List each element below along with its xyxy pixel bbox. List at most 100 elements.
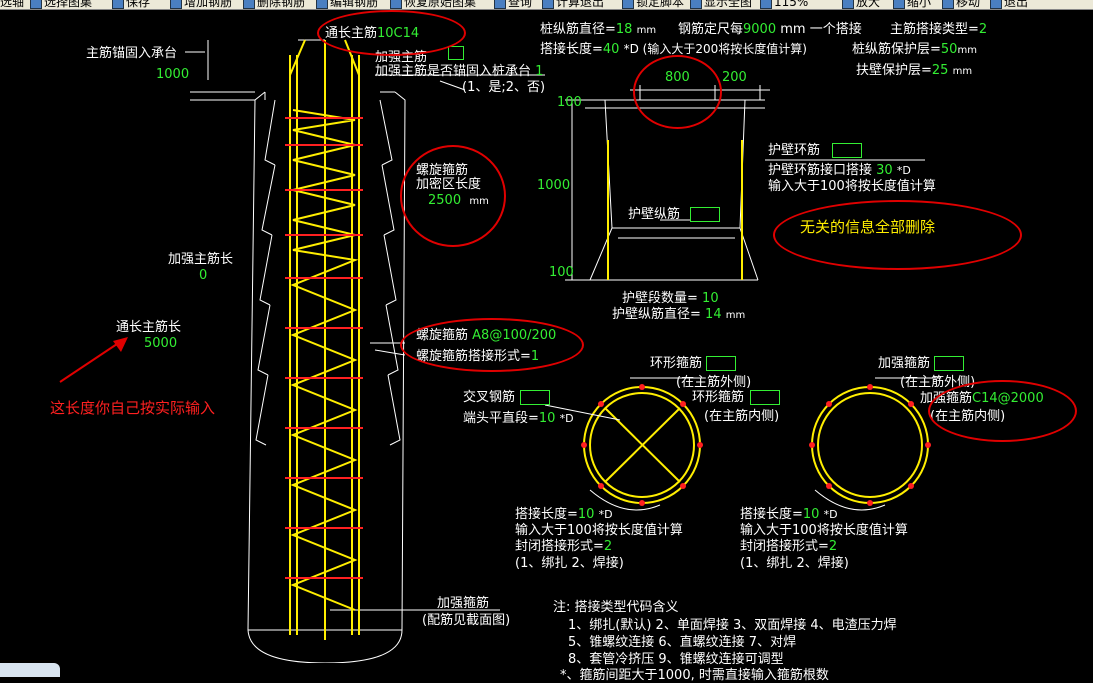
toolbar-icon: [893, 0, 905, 9]
annotation-circle: [317, 10, 466, 56]
cover: 桩纵筋保护层=50mm: [852, 42, 977, 57]
toolbar-button-5[interactable]: 编辑钢筋: [316, 0, 378, 9]
ring-lap-hint: 输入大于100将按长度值计算: [768, 179, 936, 194]
toolbar-label: 选轴: [0, 0, 25, 9]
toolbar-icon: [112, 0, 124, 9]
toolbar-label: 编辑钢筋: [330, 0, 379, 9]
toolbar-button-1[interactable]: 选择图集: [30, 0, 92, 9]
ring-rebar-input[interactable]: [832, 143, 862, 158]
toolbar-label: 移动: [956, 0, 981, 9]
toolbar-icon: [990, 0, 1002, 9]
hoop-outer: (在主筋外侧): [676, 375, 752, 390]
stiff-len-label: 加强主筋长: [168, 252, 234, 267]
toolbar-label: 退出: [1004, 0, 1029, 9]
annotation-circle: [928, 380, 1077, 442]
anchor-label: 主筋锚固入承台: [86, 46, 178, 61]
toolbar-label: 查询: [508, 0, 533, 9]
annotation-circle: [633, 55, 722, 129]
toolbar-label: 保存: [126, 0, 151, 9]
toolbar-button-12[interactable]: 放大: [842, 0, 880, 9]
toolbar-button-7[interactable]: 查询: [494, 0, 532, 9]
toolbar-label: 显示全图: [704, 0, 753, 9]
toolbar-icon: [243, 0, 255, 9]
toolbar-button-3[interactable]: 增加钢筋: [170, 0, 232, 9]
end-label: 端头平直段=10 *D: [463, 411, 574, 426]
status-bar: [0, 663, 60, 677]
toolbar-icon: [170, 0, 182, 9]
length-note: 这长度你自己按实际输入: [50, 399, 216, 417]
long-rebar-input[interactable]: [690, 207, 720, 222]
dim-100-top[interactable]: 100: [557, 95, 582, 110]
right-close-hint: (1、绑扎 2、焊接): [740, 556, 849, 571]
left-lap-hint: 输入大于100将按长度值计算: [515, 523, 683, 538]
cross-rebar-input[interactable]: [520, 390, 550, 405]
toolbar-button-9[interactable]: 锁定脚本: [622, 0, 684, 9]
stiff-rebar-input[interactable]: [448, 46, 464, 60]
bottom-stirrup-note: (配筋见截面图): [422, 613, 511, 628]
right-close: 封闭搭接形式=2: [740, 539, 838, 554]
hoop-outer-input[interactable]: [706, 356, 736, 371]
long-label: 护壁纵筋: [628, 207, 681, 222]
ring-label: 护壁环筋: [768, 143, 821, 158]
stiff-anchor-question: 加强主筋是否锚固入桩承台 1: [375, 64, 544, 79]
right-lap-length: 搭接长度=10 *D: [740, 507, 838, 522]
delete-note: 无关的信息全部删除: [800, 218, 936, 236]
hoop-inner-label: 环形箍筋: [692, 390, 745, 405]
toolbar-label: 115%: [774, 0, 809, 9]
stiff-anchor-hint: (1、是;2、否): [462, 80, 546, 95]
right-lap-hint: 输入大于100将按长度值计算: [740, 523, 908, 538]
left-close: 封闭搭接形式=2: [515, 539, 613, 554]
main-len-value[interactable]: 5000: [144, 336, 177, 351]
hoop-label: 环形箍筋: [650, 356, 703, 371]
toolbar-icon: [542, 0, 554, 9]
bottom-stirrup-label: 加强箍筋: [437, 596, 490, 611]
toolbar-label: 缩小: [907, 0, 932, 9]
annotation-circle: [400, 145, 506, 247]
toolbar-button-15[interactable]: 退出: [990, 0, 1028, 9]
toolbar-label: 增加钢筋: [184, 0, 233, 9]
toolbar-button-10[interactable]: 显示全图: [690, 0, 752, 9]
notes-line4: *、箍筋间距大于1000, 时需直接输入箍筋根数: [560, 668, 829, 683]
toolbar-button-13[interactable]: 缩小: [893, 0, 931, 9]
long-dia: 护壁纵筋直径= 14 mm: [612, 307, 746, 322]
anchor-value[interactable]: 1000: [156, 67, 189, 82]
toolbar-label: 删除钢筋: [257, 0, 306, 9]
hoop-inner: (在主筋内侧): [704, 409, 780, 424]
notes-line2: 5、锥螺纹连接 6、直螺纹连接 7、对焊: [568, 635, 797, 650]
toolbar-icon: [622, 0, 634, 9]
toolbar-button-0[interactable]: 选轴: [0, 0, 24, 9]
toolbar-icon: [842, 0, 854, 9]
main-rebars: [289, 39, 360, 640]
annotation-circle: [400, 318, 584, 372]
toolbar: 选轴 选择图集 保存 增加钢筋 删除钢筋 编辑钢筋 恢复原始图集 查询 计算退出 锁定脚本 显示全图…: [0, 0, 1093, 10]
toolbar-icon: [760, 0, 772, 9]
pile-dia: 桩纵筋直径=18 mm: [540, 22, 657, 37]
lap-type: 主筋搭接类型=2: [890, 22, 988, 37]
section-left-drawing: [544, 377, 705, 511]
stiff-label: 加强箍筋: [878, 356, 931, 371]
toolbar-button-2[interactable]: 保存: [112, 0, 150, 9]
ring-lap: 护壁环筋接口搭接 30 *D: [768, 163, 911, 178]
hoop-inner-input[interactable]: [750, 390, 780, 405]
toolbar-button-14[interactable]: 移动: [942, 0, 980, 9]
dim-1000[interactable]: 1000: [537, 178, 570, 193]
rebar-length: 钢筋定尺每9000 mm 一个搭接: [678, 22, 862, 37]
notes-title: 注: 搭接类型代码含义: [553, 600, 679, 615]
toolbar-icon: [390, 0, 402, 9]
seg-count: 护壁段数量= 10: [622, 291, 719, 306]
toolbar-label: 放大: [856, 0, 881, 9]
dim-200[interactable]: 200: [722, 70, 747, 85]
toolbar-icon: [942, 0, 954, 9]
dim-100-bot[interactable]: 100: [549, 265, 574, 280]
toolbar-button-4[interactable]: 删除钢筋: [243, 0, 305, 9]
notes-line3: 8、套管冷挤压 9、锥螺纹连接可调型: [568, 652, 784, 667]
stiff-anchor-value[interactable]: 1: [535, 64, 543, 79]
toolbar-button-11[interactable]: 115%: [760, 0, 808, 9]
toolbar-button-6[interactable]: 恢复原始图集: [390, 0, 476, 9]
toolbar-icon: [316, 0, 328, 9]
stiff-len-value[interactable]: 0: [199, 268, 207, 283]
toolbar-label: 恢复原始图集: [404, 0, 477, 9]
cross-label: 交叉钢筋: [463, 390, 516, 405]
stiff-outer-input[interactable]: [934, 356, 964, 371]
toolbar-button-8[interactable]: 计算退出: [542, 0, 604, 9]
